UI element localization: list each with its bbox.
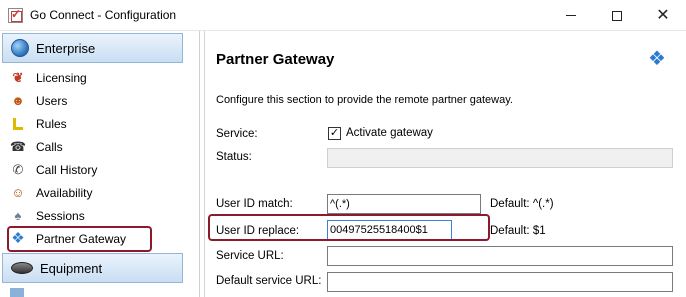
- sidebar-item-calls[interactable]: ☎ Calls: [10, 137, 63, 157]
- close-button[interactable]: ✕: [640, 0, 686, 31]
- sidebar-item-label: Availability: [36, 186, 93, 200]
- user-id-match-default: Default: ^(.*): [490, 198, 554, 210]
- status-field: [327, 148, 673, 168]
- activate-gateway-label[interactable]: Activate gateway: [346, 127, 433, 139]
- sidebar-item-sessions[interactable]: ♠ Sessions: [10, 206, 85, 226]
- service-url-input[interactable]: [327, 246, 673, 266]
- sidebar-item-call-history[interactable]: ✆ Call History: [10, 160, 98, 180]
- minimize-icon: [566, 15, 576, 16]
- user-id-replace-input[interactable]: [327, 220, 452, 240]
- sidebar-item-label: Sessions: [36, 209, 85, 223]
- settings-panel: Partner Gateway ❖ Configure this section…: [204, 31, 686, 297]
- title-bar: Go Connect - Configuration ✕: [0, 0, 686, 31]
- status-label: Status:: [216, 151, 252, 163]
- app-icon: [8, 7, 23, 23]
- sidebar-item-availability[interactable]: ☺ Availability: [10, 183, 92, 203]
- maximize-button[interactable]: [594, 0, 640, 31]
- section-description: Configure this section to provide the re…: [216, 94, 513, 106]
- rules-icon: [10, 116, 26, 132]
- user-icon: ☻: [11, 93, 25, 108]
- service-label: Service:: [216, 128, 258, 140]
- user-id-match-label: User ID match:: [216, 198, 293, 210]
- default-service-url-input[interactable]: [327, 272, 673, 292]
- panel-header: Partner Gateway ❖: [205, 31, 686, 75]
- maximize-icon: [612, 10, 622, 21]
- puzzle-icon: ❖: [11, 230, 25, 247]
- enterprise-group-header[interactable]: Enterprise: [2, 33, 183, 63]
- phone-icon: ☎: [9, 139, 27, 154]
- call-history-icon: ✆: [12, 162, 24, 177]
- sidebar-item-label: Licensing: [36, 71, 87, 85]
- sidebar: Enterprise ❦ Licensing ☻ Users Rules ☎ C…: [0, 31, 200, 297]
- sidebar-item-partner-gateway[interactable]: ❖ Partner Gateway: [7, 226, 152, 252]
- sidebar-item-licensing[interactable]: ❦ Licensing: [10, 68, 87, 88]
- sidebar-item-label: Calls: [36, 140, 63, 154]
- service-url-label: Service URL:: [216, 250, 284, 262]
- equipment-group-header[interactable]: Equipment: [2, 253, 183, 283]
- sidebar-item-cut-off: [10, 287, 70, 297]
- sessions-icon: ♠: [14, 208, 22, 223]
- router-icon: [11, 262, 33, 274]
- enterprise-group-label: Enterprise: [36, 40, 96, 56]
- default-service-url-label: Default service URL:: [216, 275, 322, 287]
- activate-gateway-checkbox[interactable]: ✓: [328, 127, 341, 140]
- globe-icon: [11, 39, 29, 57]
- user-id-replace-label: User ID replace:: [216, 225, 300, 237]
- equipment-group-label: Equipment: [40, 260, 103, 276]
- ribbon-icon: ❦: [12, 70, 24, 85]
- window-title: Go Connect - Configuration: [30, 8, 177, 22]
- puzzle-icon: ❖: [648, 48, 666, 70]
- sidebar-item-label: Call History: [36, 163, 98, 177]
- close-icon: ✕: [656, 6, 670, 24]
- sidebar-item-label: Rules: [36, 117, 67, 131]
- sidebar-item-label: Users: [36, 94, 68, 108]
- sidebar-item-users[interactable]: ☻ Users: [10, 91, 67, 111]
- user-id-match-input[interactable]: [327, 194, 481, 214]
- minimize-button[interactable]: [548, 0, 594, 31]
- sidebar-item-rules[interactable]: Rules: [10, 114, 67, 134]
- page-title: Partner Gateway: [216, 51, 335, 68]
- sidebar-item-label: Partner Gateway: [36, 232, 127, 246]
- user-id-replace-default: Default: $1: [490, 225, 546, 237]
- availability-icon: ☺: [11, 185, 25, 200]
